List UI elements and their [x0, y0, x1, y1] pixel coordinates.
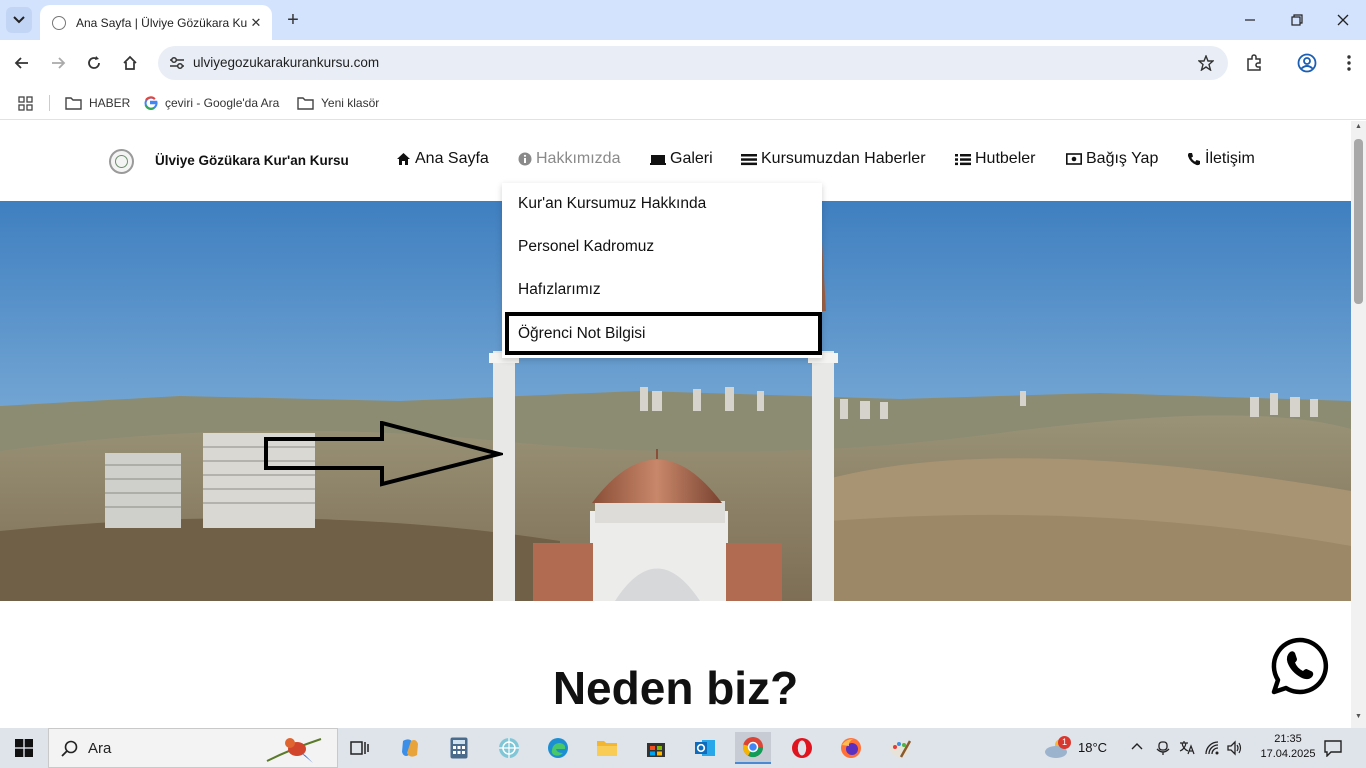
network-app-icon[interactable]: [491, 732, 527, 764]
tab-close-icon[interactable]: ✕: [248, 15, 264, 31]
clock-date: 17.04.2025: [1260, 748, 1316, 760]
dropdown-item-hafizlarimiz[interactable]: Hafızlarımız: [518, 281, 601, 299]
site-brand-name[interactable]: Ülviye Gözükara Kur'an Kursu: [155, 153, 349, 168]
nav-hutbeler[interactable]: Hutbeler: [955, 150, 1035, 168]
taskbar-clock[interactable]: 21:35 17.04.2025: [1258, 732, 1318, 762]
tray-overflow-chevron-icon[interactable]: [1131, 742, 1143, 750]
phone-icon: [1187, 153, 1200, 166]
notification-center-icon[interactable]: [1324, 739, 1342, 757]
home-icon: [397, 153, 410, 165]
window-close-icon[interactable]: [1331, 8, 1355, 32]
volume-icon[interactable]: [1226, 740, 1242, 756]
nav-bagis-yap[interactable]: Bağış Yap: [1066, 150, 1158, 168]
outlook-icon[interactable]: [687, 732, 723, 764]
dropdown-item-kuran-kursumuz-hakkinda[interactable]: Kur'an Kursumuz Hakkında: [518, 195, 706, 213]
browser-toolbar: ulviyegozukarakurankursu.com: [0, 40, 1366, 86]
bookmark-haber[interactable]: HABER: [65, 93, 130, 113]
nav-ana-sayfa[interactable]: Ana Sayfa: [396, 150, 489, 168]
list-icon: [741, 153, 757, 165]
site-logo[interactable]: [109, 149, 134, 174]
weather-temperature[interactable]: 18°C: [1078, 740, 1107, 755]
nav-label: İletişim: [1205, 150, 1255, 167]
annotation-arrow-icon: [264, 421, 503, 487]
meet-now-icon[interactable]: [1156, 740, 1170, 756]
opera-icon[interactable]: [784, 732, 820, 764]
nav-kursumuzdan-haberler[interactable]: Kursumuzdan Haberler: [741, 150, 926, 168]
nav-iletisim[interactable]: İletişim: [1187, 150, 1255, 168]
scroll-up-icon[interactable]: ▲: [1354, 123, 1363, 130]
clock-time: 21:35: [1274, 733, 1302, 745]
bookmark-yeni-klasor[interactable]: Yeni klasör: [297, 93, 379, 113]
calculator-icon[interactable]: [441, 732, 477, 764]
bookmark-star-icon[interactable]: [1196, 53, 1216, 73]
minimize-icon[interactable]: [1238, 8, 1262, 32]
gallery-icon: [650, 155, 666, 165]
whatsapp-icon[interactable]: [1271, 637, 1329, 695]
dropdown-item-label: Öğrenci Not Bilgisi: [518, 325, 646, 342]
page-scrollbar[interactable]: ▲ ▼: [1351, 121, 1366, 728]
url-text[interactable]: ulviyegozukarakurankursu.com: [193, 55, 379, 70]
reload-icon[interactable]: [81, 50, 107, 76]
dropdown-item-ogrenci-not-bilgisi[interactable]: Öğrenci Not Bilgisi: [505, 312, 822, 355]
forward-arrow-icon[interactable]: [45, 50, 71, 76]
firefox-icon[interactable]: [833, 732, 869, 764]
bookmark-google-search[interactable]: çeviri - Google'da Ara: [144, 93, 279, 113]
new-tab-plus-icon[interactable]: +: [282, 9, 304, 31]
menu-kebab-icon[interactable]: [1336, 50, 1362, 76]
profile-avatar-icon[interactable]: [1294, 50, 1320, 76]
weather-badge: 1: [1058, 736, 1071, 749]
nav-label: Galeri: [670, 150, 713, 167]
apps-grid-icon[interactable]: [18, 93, 40, 113]
nav-hakkimizda[interactable]: Hakkımızda: [518, 150, 620, 168]
info-icon: [518, 152, 532, 166]
scroll-down-icon[interactable]: ▼: [1354, 713, 1363, 720]
bookmarks-divider: [49, 95, 50, 111]
restore-icon[interactable]: [1285, 8, 1309, 32]
taskbar-search-box[interactable]: Ara: [48, 728, 338, 768]
dropdown-item-personel-kadromuz[interactable]: Personel Kadromuz: [518, 238, 654, 256]
nav-label: Hakkımızda: [536, 150, 621, 167]
address-bar[interactable]: ulviyegozukarakurankursu.com: [158, 46, 1228, 80]
microsoft-store-icon[interactable]: [638, 732, 674, 764]
site-favicon-icon: [52, 15, 66, 30]
search-icon: [61, 740, 78, 757]
money-icon: [1066, 153, 1082, 165]
nav-label: Bağış Yap: [1086, 150, 1159, 167]
copilot-icon[interactable]: [392, 732, 428, 764]
home-icon[interactable]: [117, 50, 143, 76]
chrome-taskbar-icon[interactable]: [735, 732, 771, 764]
windows-start-icon[interactable]: [0, 728, 48, 768]
bookmark-label: HABER: [89, 96, 131, 110]
bullet-list-icon: [955, 153, 971, 165]
folder-icon: [297, 97, 314, 110]
task-view-icon[interactable]: [342, 732, 378, 764]
edge-browser-icon[interactable]: [540, 732, 576, 764]
section-heading: Neden biz?: [552, 662, 799, 714]
browser-tab-strip: Ana Sayfa | Ülviye Gözükara Kur'an Kursu…: [0, 0, 1366, 40]
nav-galeri[interactable]: Galeri: [650, 150, 713, 168]
back-arrow-icon[interactable]: [9, 50, 35, 76]
folder-icon: [65, 97, 82, 110]
input-language-icon[interactable]: [1179, 740, 1195, 756]
tab-search-chevron-icon[interactable]: [6, 7, 32, 33]
windows-taskbar: Ara 1 18°C 21:35 17.04.2025: [0, 728, 1366, 768]
search-placeholder: Ara: [88, 739, 112, 757]
nav-label: Kursumuzdan Haberler: [761, 150, 926, 167]
bookmark-label: çeviri - Google'da Ara: [165, 96, 280, 110]
nav-label: Hutbeler: [975, 150, 1036, 167]
extensions-puzzle-icon[interactable]: [1241, 50, 1267, 76]
file-explorer-icon[interactable]: [589, 732, 625, 764]
bookmarks-bar: HABER çeviri - Google'da Ara Yeni klasör: [0, 86, 1366, 120]
wifi-icon[interactable]: [1204, 740, 1220, 756]
paint-icon[interactable]: [882, 732, 918, 764]
active-tab[interactable]: Ana Sayfa | Ülviye Gözükara Kur'an Kursu…: [40, 5, 272, 40]
search-highlight-bird-icon: [266, 738, 322, 763]
bookmark-label: Yeni klasör: [321, 96, 380, 110]
nav-label: Ana Sayfa: [415, 150, 489, 167]
google-icon: [144, 96, 158, 110]
site-info-tune-icon[interactable]: [166, 52, 188, 74]
scrollbar-thumb[interactable]: [1354, 139, 1363, 304]
tab-title: Ana Sayfa | Ülviye Gözükara Kur'an Kursu: [76, 15, 248, 30]
web-page: Ülviye Gözükara Kur'an Kursu Ana Sayfa H…: [0, 121, 1351, 728]
